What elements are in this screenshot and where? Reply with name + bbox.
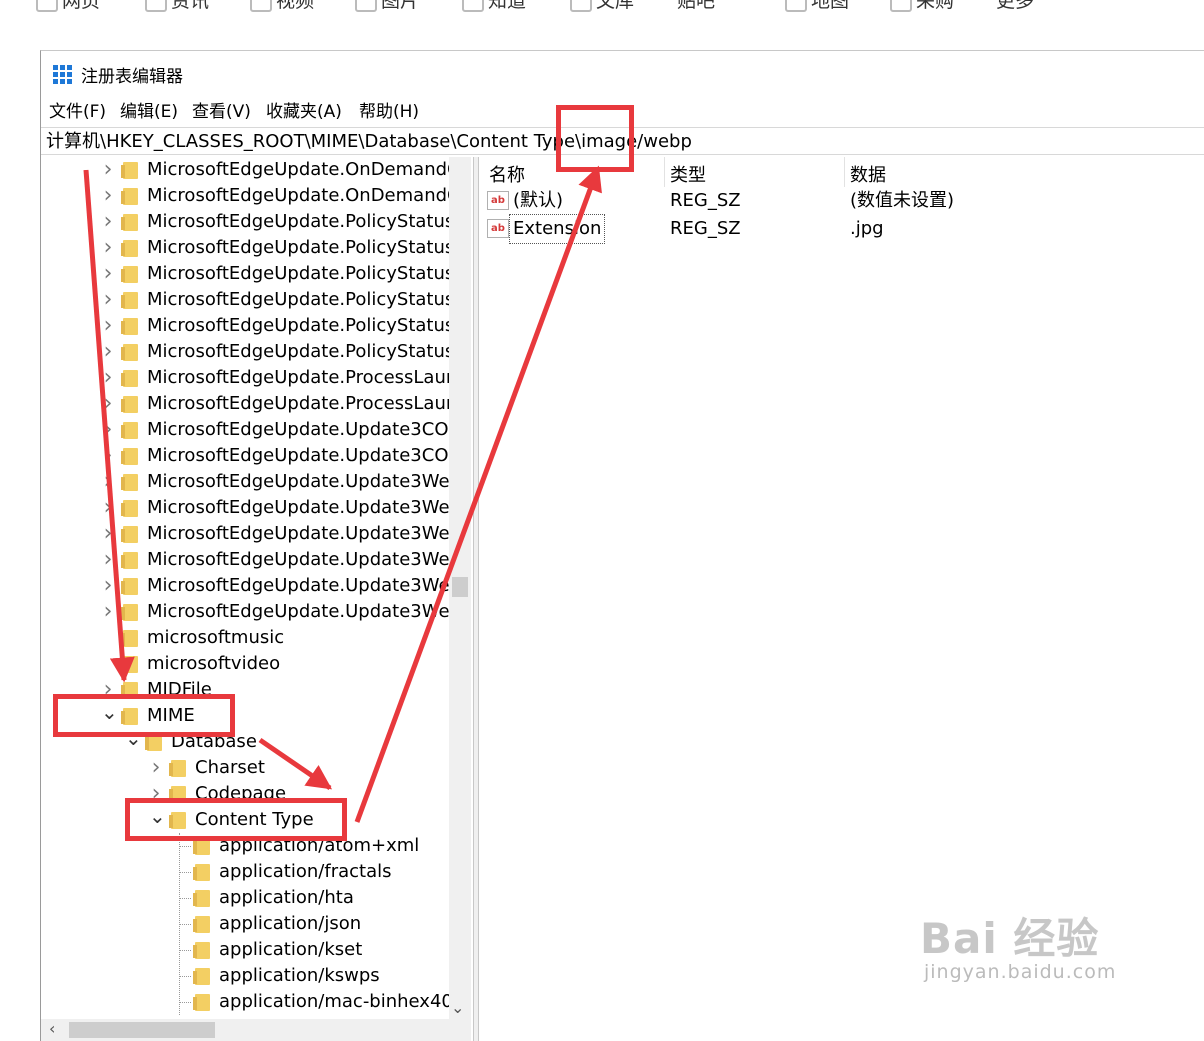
arrow-to-mime <box>83 169 135 683</box>
arrow-to-webp <box>354 165 602 823</box>
arrow-to-content-type <box>258 737 333 791</box>
baidu-jingyan-watermark: Bai 经验 jingyan.baidu.com <box>920 914 1117 983</box>
annotation-arrows <box>83 165 602 823</box>
